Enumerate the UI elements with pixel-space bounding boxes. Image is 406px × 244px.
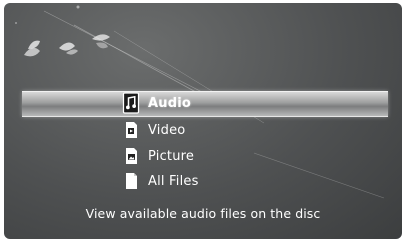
menu-item-label: Video bbox=[148, 122, 186, 138]
menu-item-all-files[interactable]: All Files bbox=[124, 170, 199, 192]
menu-item-video[interactable]: Video bbox=[124, 119, 185, 141]
video-file-icon bbox=[124, 121, 138, 139]
help-text: View available audio files on the disc bbox=[85, 206, 321, 221]
media-browser-screen: Audio Video Picture All Files View avail… bbox=[4, 3, 402, 239]
menu-item-label: All Files bbox=[148, 173, 199, 189]
picture-file-icon bbox=[124, 147, 138, 165]
menu-item-picture[interactable]: Picture bbox=[124, 145, 194, 167]
music-file-icon bbox=[122, 92, 140, 114]
menu-item-label: Picture bbox=[148, 148, 195, 164]
menu-item-audio[interactable]: Audio bbox=[122, 92, 192, 114]
butterfly-background-decoration bbox=[15, 5, 385, 199]
menu-item-label: Audio bbox=[148, 95, 192, 111]
file-icon bbox=[124, 172, 138, 190]
selection-highlight-bar bbox=[22, 91, 388, 117]
